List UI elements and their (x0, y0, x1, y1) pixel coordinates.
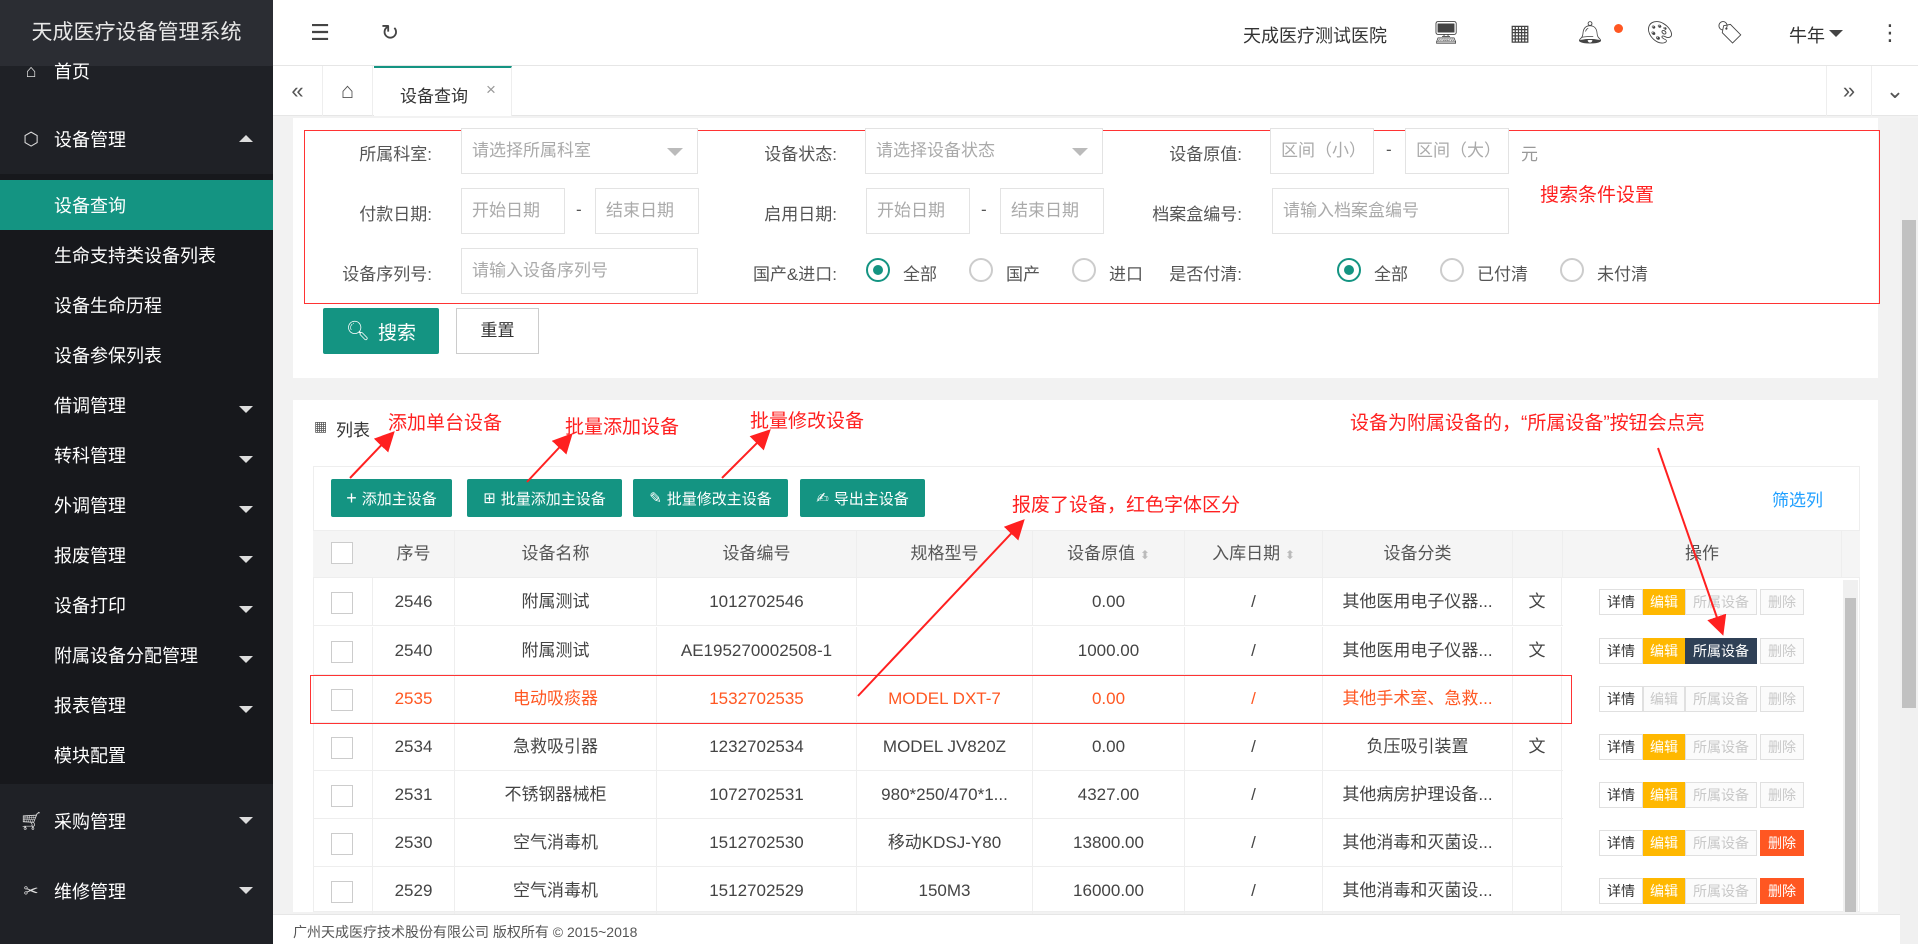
arrow-batch-edit (721, 429, 771, 479)
annotation-arrows (349, 429, 1727, 697)
arrow-add-single (349, 431, 395, 479)
arrow-attached (1657, 447, 1727, 636)
arrow-batch-add (526, 433, 573, 483)
arrow-scrapped (857, 519, 1025, 697)
